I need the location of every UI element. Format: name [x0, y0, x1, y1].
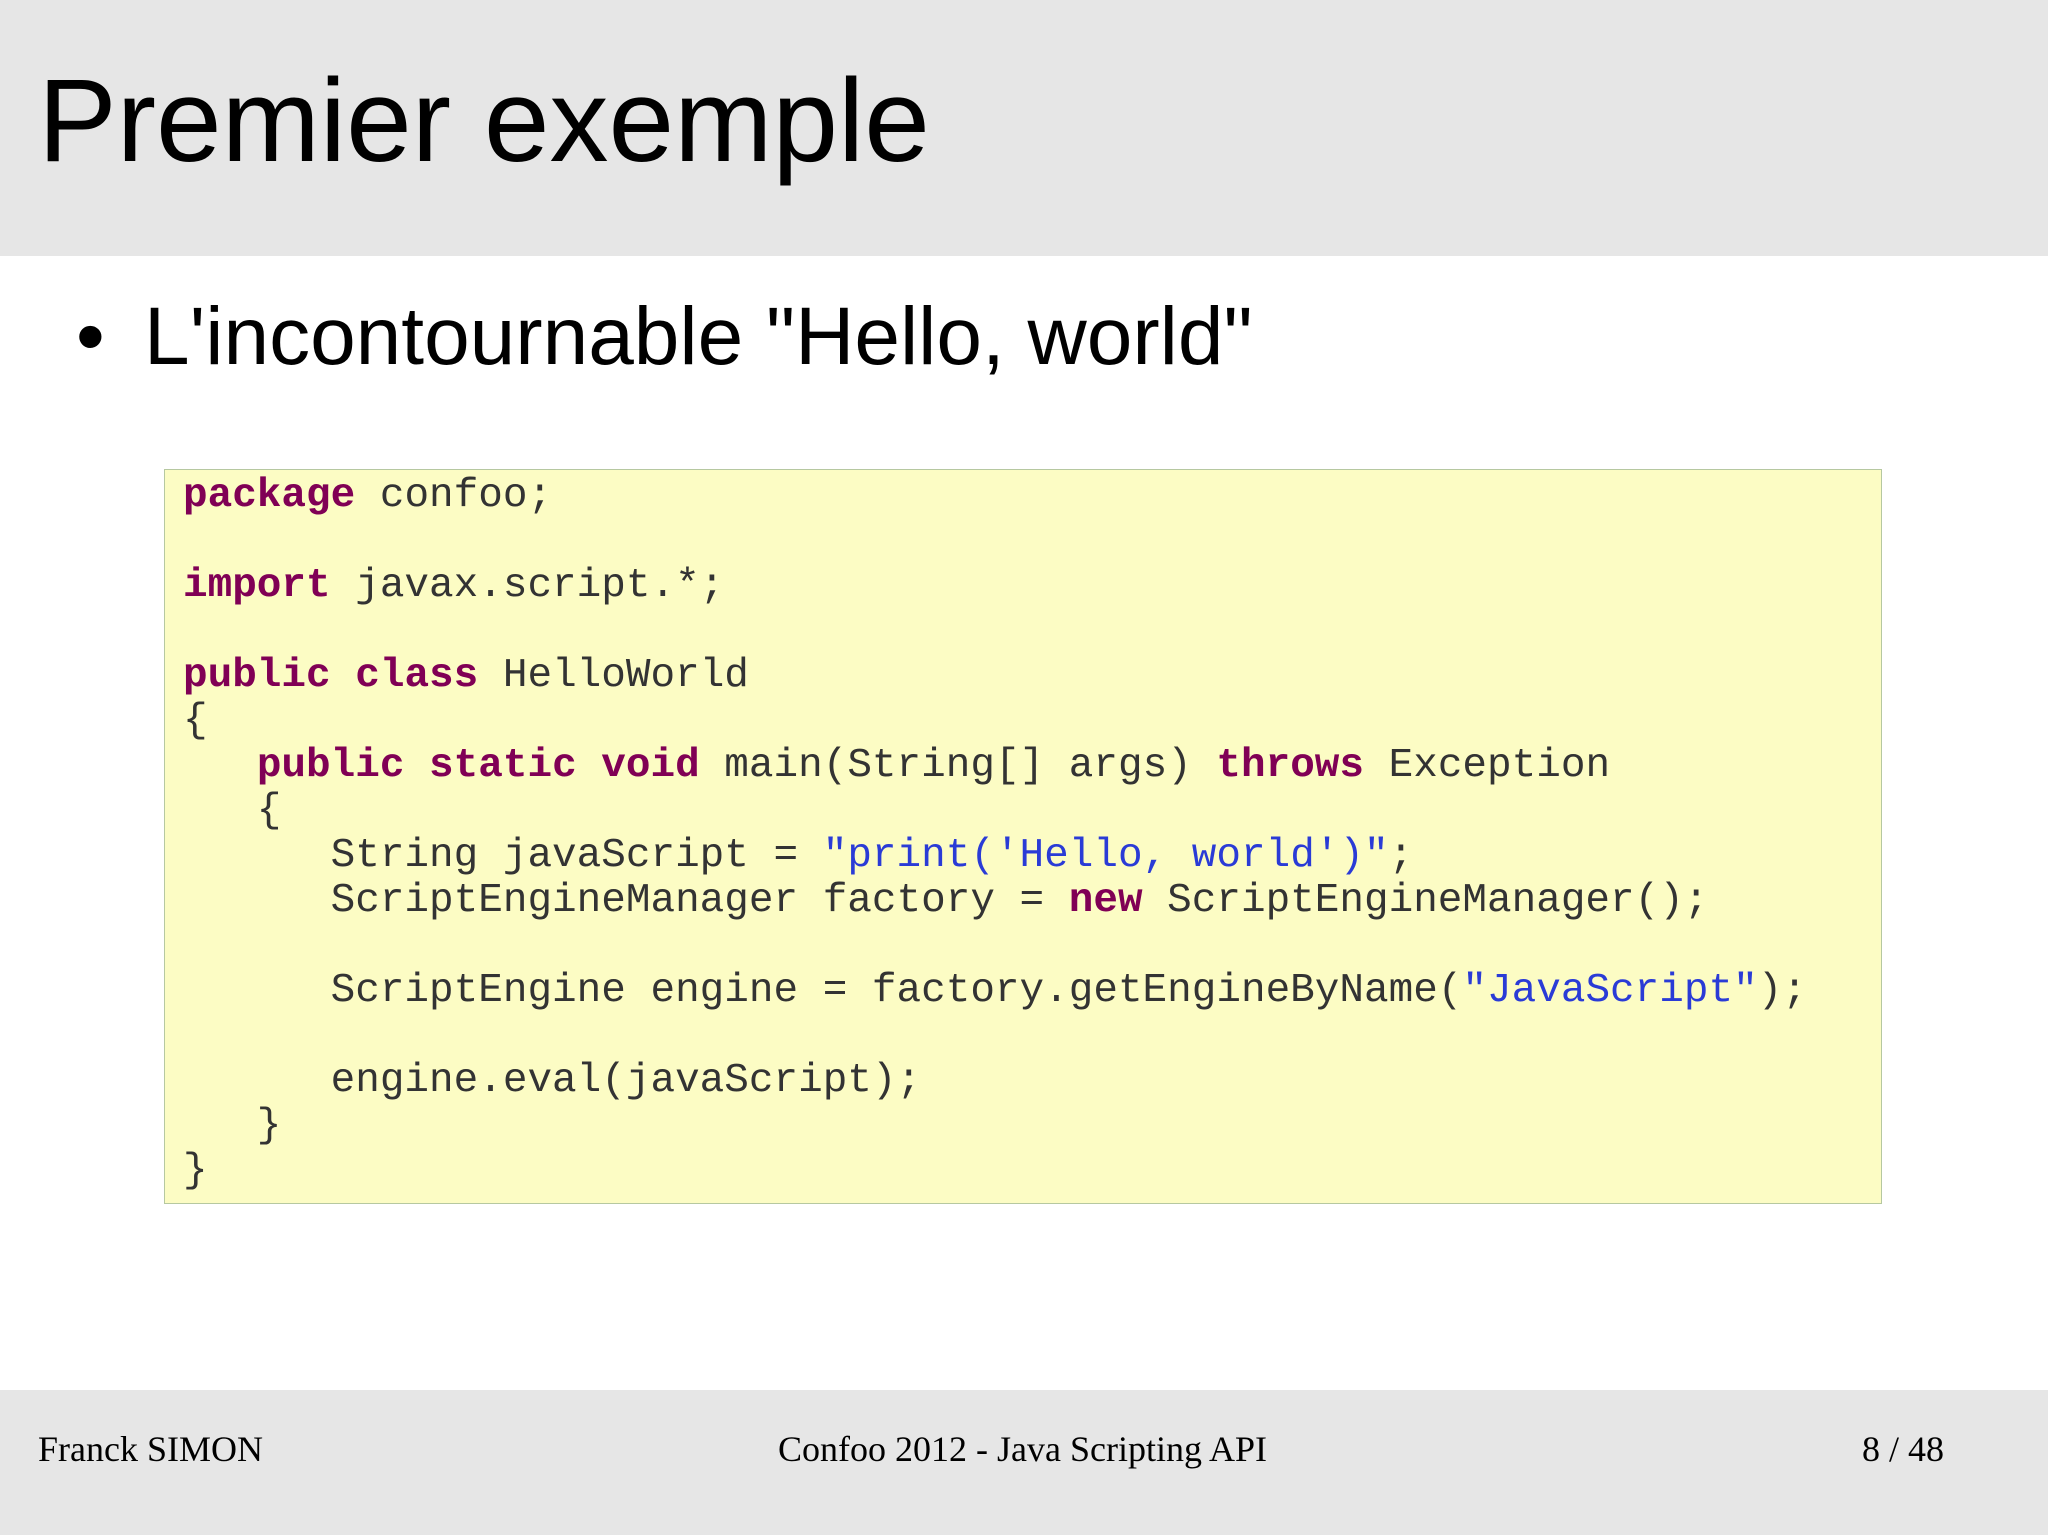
code-text: String javaScript = [183, 833, 823, 879]
slide-title: Premier exemple [38, 55, 930, 187]
code-line: { [183, 699, 1807, 744]
code-text: { [183, 698, 208, 744]
code-keyword: throws [1216, 743, 1365, 789]
code-line: { [183, 789, 1807, 834]
code-line: engine.eval(javaScript); [183, 1059, 1807, 1104]
code-line: import javax.script.*; [183, 564, 1807, 609]
bullet-text: L'incontournable "Hello, world" [144, 291, 1253, 382]
code-text: } [183, 1148, 208, 1194]
footer-author: Franck SIMON [38, 1429, 263, 1469]
code-line: ScriptEngine engine = factory.getEngineB… [183, 969, 1807, 1014]
code-listing: package confoo; import javax.script.*; pub… [183, 474, 1807, 1194]
footer-event: Confoo 2012 - Java Scripting API [778, 1429, 1267, 1469]
bullet-item: • L'incontournable "Hello, world" [76, 296, 1253, 378]
code-line: } [183, 1149, 1807, 1194]
code-line: public static void main(String[] args) t… [183, 744, 1807, 789]
code-text: confoo; [355, 473, 553, 519]
code-block: package confoo; import javax.script.*; pub… [164, 469, 1882, 1204]
code-text: ScriptEngineManager factory = [183, 878, 1069, 924]
code-keyword: new [1068, 878, 1143, 924]
code-line: String javaScript = "print('Hello, world… [183, 834, 1807, 879]
code-text: { [183, 788, 282, 834]
code-keyword: package [183, 473, 356, 519]
code-line: public class HelloWorld [183, 654, 1807, 699]
code-text: main(String[] args) [699, 743, 1217, 789]
code-text: javax.script.*; [330, 563, 725, 609]
slide-footer: Franck SIMON Confoo 2012 - Java Scriptin… [0, 1390, 2048, 1535]
code-line: } [183, 1104, 1807, 1149]
code-keyword: void [601, 743, 700, 789]
code-line: package confoo; [183, 474, 1807, 519]
code-line: ScriptEngineManager factory = new Script… [183, 879, 1807, 924]
code-keyword: import [183, 563, 331, 609]
code-text: } [183, 1103, 282, 1149]
footer-page-number: 8 / 48 [1861, 1429, 1944, 1469]
code-keyword: public [256, 743, 405, 789]
code-text: ScriptEngineManager(); [1142, 878, 1709, 924]
code-text: ScriptEngine engine = factory.getEngineB… [183, 968, 1463, 1014]
code-text: ; [1388, 833, 1414, 879]
slide-header: Premier exemple [0, 0, 2048, 256]
code-text: Exception [1364, 743, 1611, 789]
code-string: "print('Hello, world')" [822, 833, 1389, 879]
code-text: ); [1757, 968, 1807, 1014]
code-text: HelloWorld [478, 653, 749, 699]
code-keyword: class [355, 653, 479, 699]
code-keyword: static [429, 743, 577, 789]
code-keyword: public [183, 653, 331, 699]
code-text: engine.eval(javaScript); [183, 1058, 922, 1104]
code-string: "JavaScript" [1462, 968, 1758, 1014]
bullet-icon: • [76, 291, 105, 382]
